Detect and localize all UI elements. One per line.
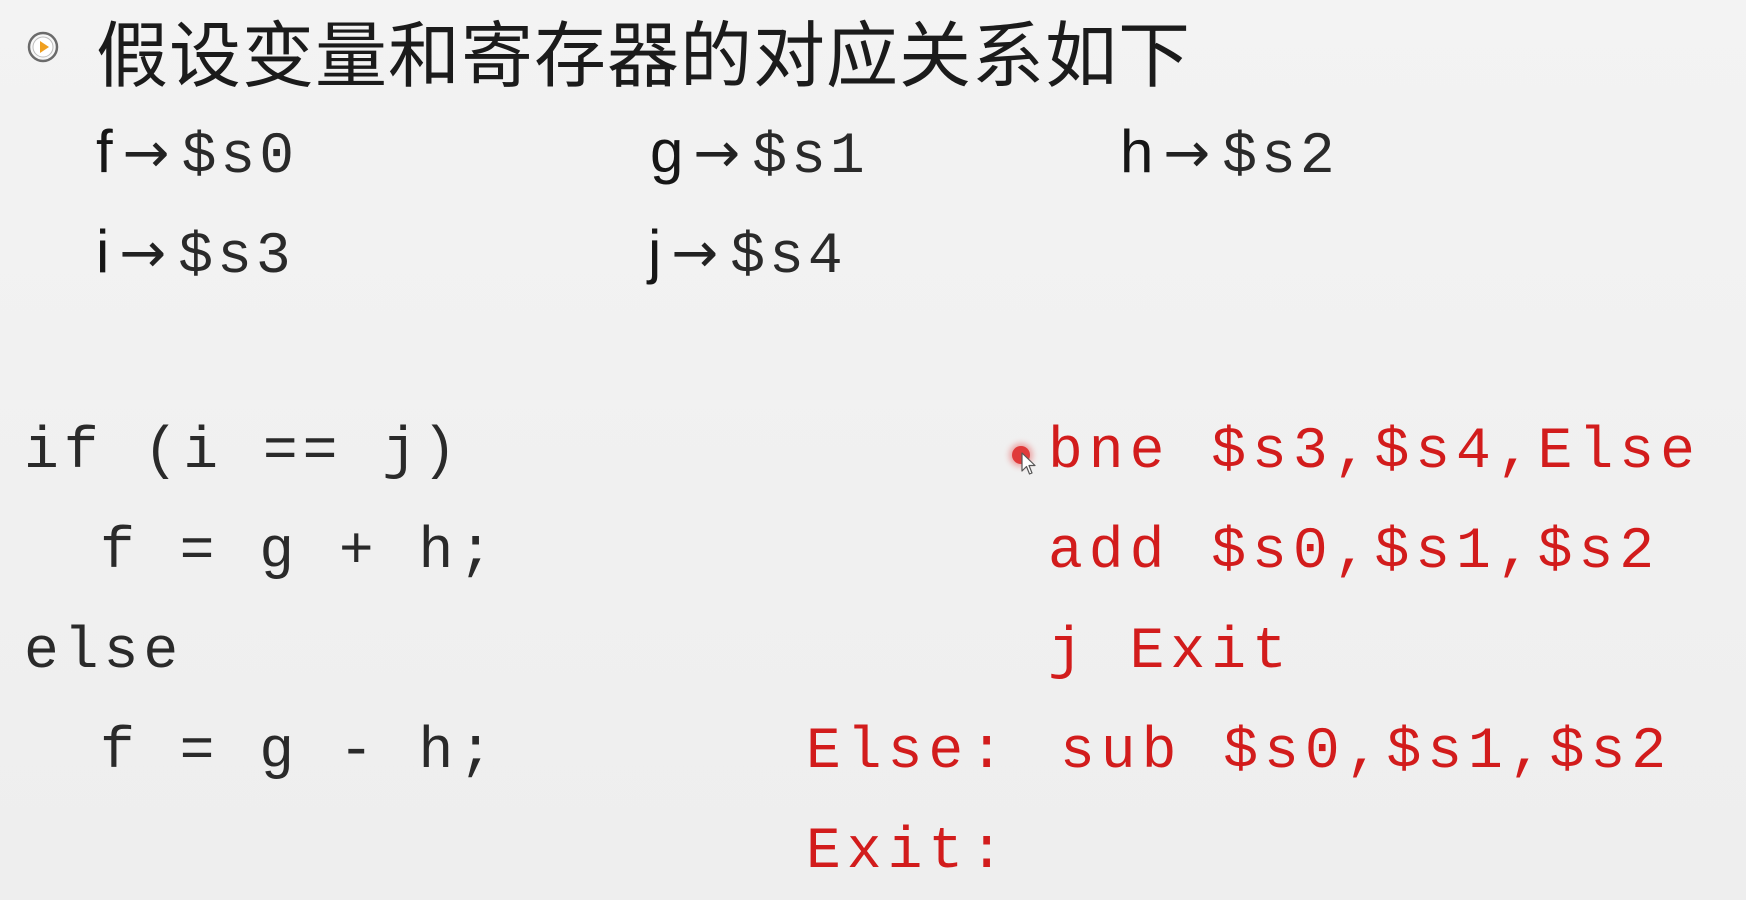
variable-name: g <box>650 118 684 185</box>
assembly-label-else: Else: <box>806 720 1011 785</box>
variable-name: h <box>1120 118 1154 185</box>
variable-name: f <box>96 118 113 185</box>
mapping-i: i → $s3 <box>96 212 295 298</box>
assembly-line: bne $s3,$s4,Else <box>1048 420 1701 485</box>
variable-name: i <box>96 218 110 285</box>
c-code-line: if (i == j) <box>24 420 462 485</box>
assembly-label-exit: Exit: <box>806 820 1011 885</box>
register-name: $s3 <box>178 225 295 290</box>
slide-title: 假设变量和寄存器的对应关系如下 <box>96 14 1192 98</box>
right-arrow-icon: → <box>693 121 741 186</box>
right-arrow-icon: → <box>671 221 719 286</box>
mapping-f: f → $s0 <box>96 112 298 198</box>
assembly-line: sub $s0,$s1,$s2 <box>1060 720 1673 785</box>
right-arrow-icon: → <box>122 121 170 186</box>
register-name: $s0 <box>181 125 299 190</box>
c-code-line: else <box>24 620 184 685</box>
c-code-line: f = g - h; <box>100 720 499 785</box>
assembly-line: j Exit <box>1048 620 1293 685</box>
slide: 假设变量和寄存器的对应关系如下 f → $s0 g → $s1 h → $s2 i → $s3 … <box>0 0 1746 900</box>
mouse-pointer-icon <box>1021 452 1036 475</box>
register-name: $s4 <box>730 225 847 290</box>
right-arrow-icon: → <box>1163 121 1211 186</box>
assembly-line: add $s0,$s1,$s2 <box>1048 520 1661 585</box>
register-name: $s2 <box>1222 125 1339 190</box>
play-circle-icon <box>27 31 59 63</box>
mapping-g: g → $s1 <box>650 112 869 198</box>
mapping-j: j → $s4 <box>648 212 847 298</box>
variable-name: j <box>648 218 662 285</box>
register-name: $s1 <box>752 125 869 190</box>
right-arrow-icon: → <box>119 221 167 286</box>
c-code-line: f = g + h; <box>100 520 499 585</box>
mapping-h: h → $s2 <box>1120 112 1339 198</box>
